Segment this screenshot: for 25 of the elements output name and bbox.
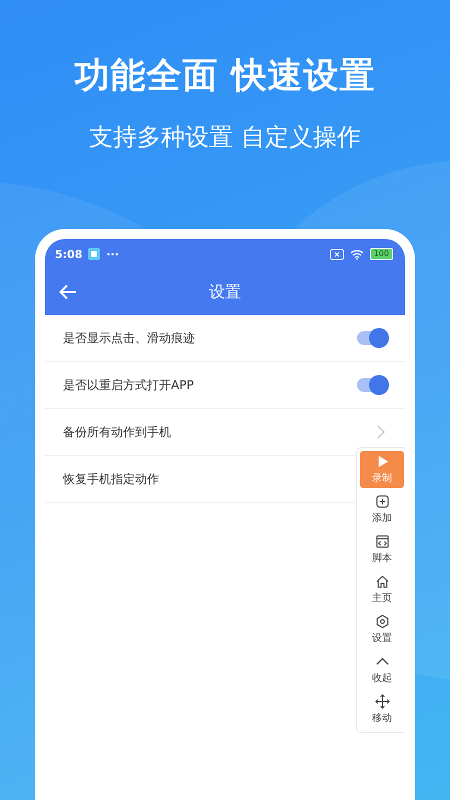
setting-label: 备份所有动作到手机 xyxy=(63,424,171,440)
setting-label: 是否显示点击、滑动痕迹 xyxy=(63,330,195,346)
home-icon xyxy=(374,574,390,589)
toolbar-item[interactable]: 主页 xyxy=(360,571,404,608)
page-title: 设置 xyxy=(209,282,241,302)
toolbar-item[interactable]: 移动 xyxy=(360,691,404,728)
app-notification-icon xyxy=(88,248,100,260)
plus-square-icon xyxy=(374,494,390,509)
more-dots: ··· xyxy=(106,248,119,260)
subheadline: 支持多种设置 自定义操作 xyxy=(89,122,361,153)
toolbar-item[interactable]: 添加 xyxy=(360,491,404,528)
toolbar-item[interactable]: 设置 xyxy=(360,611,404,648)
setting-label: 恢复手机指定动作 xyxy=(63,470,159,488)
battery-level: 100 xyxy=(370,248,393,260)
status-time: 5:08 xyxy=(55,248,82,260)
back-arrow-icon[interactable] xyxy=(59,284,77,300)
settings-icon xyxy=(374,614,390,629)
toolbar-item[interactable]: 脚本 xyxy=(360,531,404,568)
code-window-icon xyxy=(374,534,390,549)
headline: 功能全面 快速设置 xyxy=(74,55,376,98)
setting-label: 是否以重启方式打开APP xyxy=(63,376,194,394)
toolbar-item[interactable]: 收起 xyxy=(360,651,404,688)
sim-x-icon xyxy=(330,248,344,260)
wifi-icon xyxy=(350,248,364,260)
move-arrows-icon xyxy=(374,694,390,709)
